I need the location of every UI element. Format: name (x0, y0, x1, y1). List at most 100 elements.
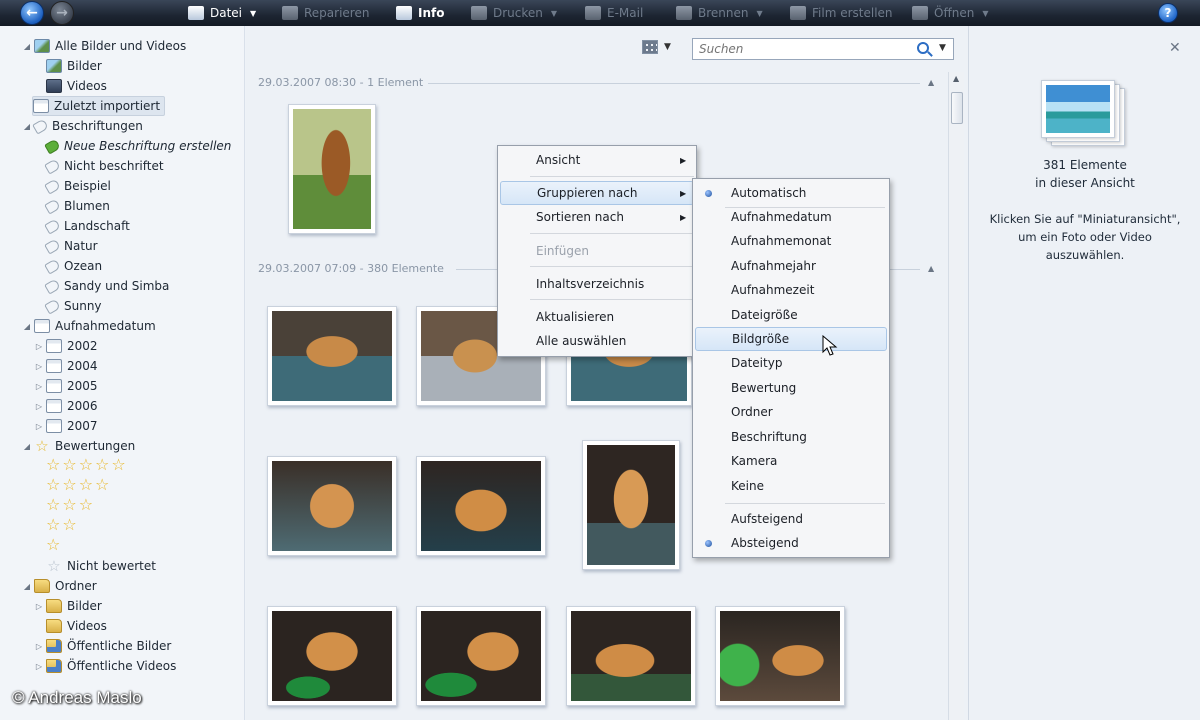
submenu-item[interactable]: Automatisch (695, 181, 887, 205)
vertical-scrollbar[interactable]: ▲ (948, 72, 964, 720)
menu-item-table-of-contents[interactable]: Inhaltsverzeichnis (500, 272, 694, 296)
submenu-item-hovered[interactable]: Bildgröße (695, 327, 887, 351)
tree-item-folder[interactable]: ▷ Bilder (34, 596, 102, 616)
submenu-item[interactable]: Kamera (695, 449, 887, 473)
collapse-arrow-icon[interactable]: ◢ (22, 122, 32, 131)
group-header[interactable]: 29.03.2007 08:30 - 1 Element (258, 76, 423, 89)
help-icon[interactable]: ? (1158, 3, 1178, 23)
thumbnail[interactable] (566, 606, 696, 706)
tree-item-new-tag[interactable]: Neue Beschriftung erstellen (44, 136, 231, 156)
rating-4-stars[interactable]: ☆ ☆ ☆ ☆ (46, 476, 109, 494)
group-header[interactable]: 29.03.2007 07:09 - 380 Elemente (258, 262, 444, 275)
menu-print[interactable]: Drucken ▼ (471, 0, 557, 26)
submenu-item-descending[interactable]: Absteigend (695, 531, 887, 555)
collapse-arrow-icon[interactable]: ▲ (928, 78, 934, 87)
collapse-arrow-icon[interactable]: ◢ (22, 442, 32, 451)
tree-item-folders[interactable]: ◢ Ordner (22, 576, 97, 596)
submenu-item-ascending[interactable]: Aufsteigend (695, 507, 887, 531)
submenu-item[interactable]: Aufnahmejahr (695, 254, 887, 278)
collapse-arrow-icon[interactable]: ▲ (928, 264, 934, 273)
tree-item-tag[interactable]: Blumen (44, 196, 110, 216)
menu-burn[interactable]: Brennen ▼ (676, 0, 763, 26)
tree-item-year[interactable]: ▷ 2007 (34, 416, 98, 436)
search-input[interactable] (699, 42, 909, 56)
tree-item-tag[interactable]: Beispiel (44, 176, 111, 196)
expand-arrow-icon[interactable]: ▷ (34, 402, 44, 411)
collapse-arrow-icon[interactable]: ◢ (22, 582, 32, 591)
thumbnail[interactable] (416, 456, 546, 556)
tree-item-year[interactable]: ▷ 2006 (34, 396, 98, 416)
button-make-movie[interactable]: Film erstellen (790, 0, 893, 26)
menu-file[interactable]: Datei ▼ (188, 0, 256, 26)
rating-2-stars[interactable]: ☆ ☆ (46, 516, 77, 534)
tree-item-folder[interactable]: Videos (46, 616, 107, 636)
submenu-item[interactable]: Bewertung (695, 376, 887, 400)
rating-3-stars[interactable]: ☆ ☆ ☆ (46, 496, 93, 514)
collapse-arrow-icon[interactable]: ◢ (22, 42, 32, 51)
menu-item-select-all[interactable]: Alle auswählen (500, 329, 694, 353)
thumbnail[interactable] (288, 104, 376, 234)
thumbnail[interactable] (267, 306, 397, 406)
button-info[interactable]: Info (396, 0, 444, 26)
star-icon: ☆ (95, 455, 110, 474)
menu-item-refresh[interactable]: Aktualisieren (500, 305, 694, 329)
tree-item-year[interactable]: ▷ 2004 (34, 356, 98, 376)
forward-arrow-icon[interactable]: → (50, 1, 74, 25)
thumbnail[interactable] (267, 456, 397, 556)
expand-arrow-icon[interactable]: ▷ (34, 362, 44, 371)
submenu-item[interactable]: Beschriftung (695, 425, 887, 449)
tree-item-tag[interactable]: Natur (44, 236, 98, 256)
thumbnail[interactable] (582, 440, 680, 570)
rating-1-star[interactable]: ☆ (46, 536, 60, 554)
submenu-item[interactable]: Dateityp (695, 351, 887, 375)
menu-item-sort-by[interactable]: Sortieren nach (500, 205, 694, 229)
tree-item-ratings[interactable]: ◢ ☆ Bewertungen (22, 436, 135, 456)
expand-arrow-icon[interactable]: ▷ (34, 342, 44, 351)
tree-item-videos[interactable]: Videos (46, 76, 107, 96)
button-repair[interactable]: Reparieren (282, 0, 369, 26)
expand-arrow-icon[interactable]: ▷ (34, 662, 44, 671)
expand-arrow-icon[interactable]: ▷ (34, 642, 44, 651)
tree-item-all[interactable]: ◢ Alle Bilder und Videos (22, 36, 186, 56)
search-icon[interactable] (917, 42, 929, 54)
expand-arrow-icon[interactable]: ▷ (34, 422, 44, 431)
button-email[interactable]: E-Mail (585, 0, 643, 26)
tree-item-tag[interactable]: Sunny (44, 296, 102, 316)
tree-item-recent[interactable]: Zuletzt importiert (32, 96, 166, 116)
tree-item-folder[interactable]: ▷ Öffentliche Videos (34, 656, 176, 676)
collapse-arrow-icon[interactable]: ◢ (22, 322, 32, 331)
tree-item-tag[interactable]: Sandy und Simba (44, 276, 169, 296)
submenu-item[interactable]: Aufnahmemonat (695, 229, 887, 253)
thumbnail[interactable] (416, 606, 546, 706)
submenu-item[interactable]: Aufnahmedatum (695, 205, 887, 229)
tree-item-tag[interactable]: Ozean (44, 256, 102, 276)
thumbnail[interactable] (715, 606, 845, 706)
tree-item-untagged[interactable]: Nicht beschriftet (44, 156, 164, 176)
tree-item-year[interactable]: ▷ 2002 (34, 336, 98, 356)
rating-5-stars[interactable]: ☆ ☆ ☆ ☆ ☆ (46, 456, 126, 474)
scrollbar-thumb[interactable] (951, 92, 963, 124)
tree-item-tag[interactable]: Landschaft (44, 216, 130, 236)
submenu-item[interactable]: Dateigröße (695, 303, 887, 327)
expand-arrow-icon[interactable]: ▷ (34, 602, 44, 611)
expand-arrow-icon[interactable]: ▷ (34, 382, 44, 391)
thumbnail[interactable] (267, 606, 397, 706)
submenu-item[interactable]: Keine (695, 474, 887, 498)
menu-open[interactable]: Öffnen ▼ (912, 0, 988, 26)
tree-item-tags[interactable]: ◢ Beschriftungen (22, 116, 143, 136)
tree-item-pictures[interactable]: Bilder (46, 56, 102, 76)
back-arrow-icon[interactable]: ← (20, 1, 44, 25)
tree-item-year[interactable]: ▷ 2005 (34, 376, 98, 396)
submenu-item[interactable]: Aufnahmezeit (695, 278, 887, 302)
tree-item-folder[interactable]: ▷ Öffentliche Bilder (34, 636, 171, 656)
tree-item-date-taken[interactable]: ◢ Aufnahmedatum (22, 316, 156, 336)
close-icon[interactable]: ✕ (1169, 40, 1181, 56)
tree-item-not-rated[interactable]: ☆ Nicht bewertet (46, 556, 156, 576)
scroll-up-icon[interactable]: ▲ (953, 74, 959, 83)
menu-item-view[interactable]: Ansicht (500, 148, 694, 172)
chevron-down-icon[interactable]: ▼ (939, 43, 946, 53)
view-options-button[interactable]: ▼ (642, 40, 671, 54)
submenu-item[interactable]: Ordner (695, 400, 887, 424)
search-box[interactable]: ▼ (692, 38, 954, 60)
menu-item-group-by[interactable]: Gruppieren nach (500, 181, 694, 205)
